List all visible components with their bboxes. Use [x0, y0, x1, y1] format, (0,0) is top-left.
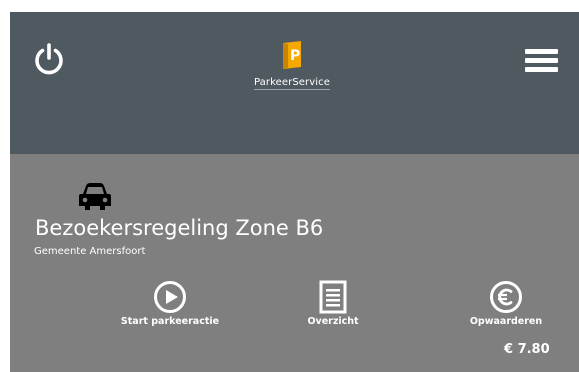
euro-circle-icon	[490, 281, 522, 313]
play-circle-icon	[154, 281, 186, 313]
zone-card: Bezoekersregeling Zone B6 Gemeente Amers…	[10, 154, 579, 372]
balance-amount: € 7.80	[504, 342, 550, 357]
start-parking-button[interactable]: Start parkeeractie	[100, 280, 240, 327]
parking-sign-icon: P	[283, 41, 301, 69]
start-parking-label: Start parkeeractie	[120, 316, 220, 327]
logo-text: ParkeerService	[253, 77, 331, 90]
power-icon[interactable]	[32, 42, 66, 76]
municipality-label: Gemeente Amersfoort	[34, 246, 146, 257]
hamburger-menu-icon[interactable]	[525, 49, 558, 73]
svg-text:P: P	[290, 48, 300, 64]
top-up-label: Opwaarderen	[469, 316, 543, 327]
car-icon	[79, 183, 111, 210]
zone-title: Bezoekersregeling Zone B6	[35, 216, 324, 240]
top-up-button[interactable]: Opwaarderen	[436, 280, 576, 327]
parkeerservice-logo: P ParkeerService	[232, 40, 352, 90]
app-header: P ParkeerService	[10, 12, 579, 154]
overview-label: Overzicht	[307, 316, 359, 327]
overview-button[interactable]: Overzicht	[263, 280, 403, 327]
document-list-icon	[319, 280, 347, 314]
app-frame: P ParkeerService Bezoekersregeling Zone …	[10, 12, 579, 372]
